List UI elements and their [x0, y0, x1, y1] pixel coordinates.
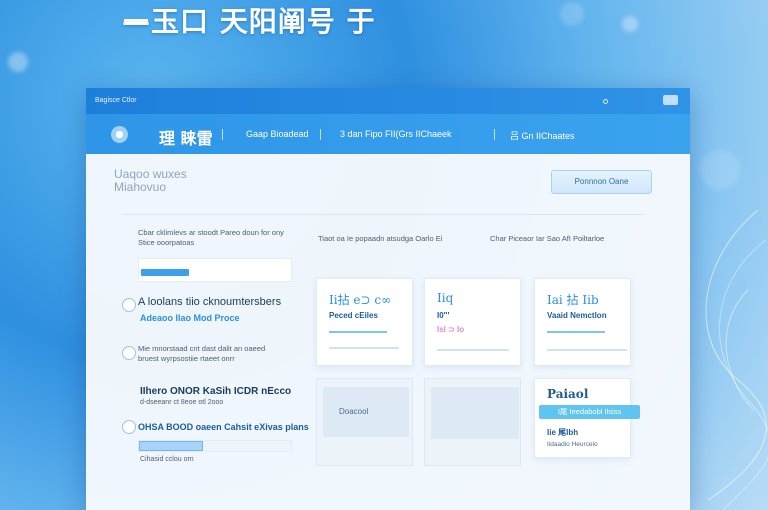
- window-control-button[interactable]: [663, 95, 678, 105]
- app-window: Bagisce Ctlor 理 睐雷 Gaap Bioadead 3 dan F…: [86, 88, 690, 510]
- progress-caption: Cihasid cclou orn: [140, 456, 194, 463]
- card-1-line: [329, 331, 387, 333]
- title-bar: Bagisce Ctlor: [86, 88, 690, 114]
- divider: [122, 214, 644, 215]
- nav-bar: 理 睐雷 Gaap Bioadead 3 dan Fipo FII(Grs II…: [86, 114, 690, 154]
- primary-action-button[interactable]: Ponnnon Oane: [551, 170, 652, 194]
- nav-separator: [494, 129, 495, 140]
- page-heading-line2: Miahovuo: [114, 180, 167, 194]
- intro-input[interactable]: [138, 258, 292, 282]
- background-bokeh: [622, 16, 638, 32]
- card-4-title: Paiaol: [547, 387, 589, 401]
- logo-icon: [111, 126, 128, 143]
- ghost-card-2: [424, 378, 521, 466]
- card-4-small: Iidaadio Heurcelo: [547, 441, 598, 448]
- option-1[interactable]: A loolans tiio cknoumtersbers Adeaoo Ila…: [122, 296, 302, 332]
- nav-item-fipo[interactable]: 3 dan Fipo FII(Grs IIChaeek: [340, 129, 452, 139]
- card-3-sub: Vaaid Nemctlon: [547, 311, 607, 320]
- card-1-line: [329, 347, 399, 349]
- card-4-sub: Iie 尾Ibh: [547, 428, 579, 437]
- progress-fill: [139, 441, 203, 451]
- card-2-sub2: Isl ⊃ Io: [437, 325, 465, 334]
- detail-text: d-dseeanr ct 8eoe otl 2ooo: [140, 399, 224, 406]
- card-2-sub: I0"': [437, 311, 450, 320]
- nav-separator: [320, 129, 321, 140]
- nav-brand[interactable]: 理 睐雷: [159, 125, 213, 149]
- card-1-title: Ii拈 e⊃ c∞: [329, 293, 392, 307]
- card-2-line: [437, 349, 509, 351]
- card-2[interactable]: Iiq I0"' Isl ⊃ Io: [424, 278, 521, 366]
- card-2-title: Iiq: [437, 291, 454, 305]
- option-1-title: A loolans tiio cknoumtersbers: [138, 296, 282, 308]
- input-fill: [141, 269, 189, 276]
- option-2-desc: Mie mnorstaad cnt dast dalit an oaeed br…: [138, 344, 266, 363]
- card-4[interactable]: Paiaol I尾 Ieedabobl Ilsiss Iie 尾Ibh Iida…: [534, 378, 640, 458]
- option-1-radio[interactable]: [122, 298, 136, 312]
- option-3-title: OHSA BOOD oaeen Cahsit eXivas plans: [138, 422, 309, 432]
- option-1-sub: Adeaoo Ilao Mod Proce: [140, 313, 240, 323]
- progress-bar: [138, 440, 292, 452]
- info-icon[interactable]: [603, 99, 608, 104]
- ghost-card-label: Doacool: [339, 407, 369, 416]
- options-column: Cbar cklimlevs ar stoodt Pareo doun for …: [122, 228, 309, 463]
- option-3[interactable]: OHSA BOOD oaeen Cahsit eXivas plans: [122, 420, 309, 438]
- card-3-line: [547, 331, 605, 333]
- page-heading: Uaqoo wuxes Miahovuo: [114, 168, 187, 194]
- card-3-title: Iai 拈 Iib: [547, 293, 599, 307]
- card-3-line: [547, 349, 627, 351]
- ghost-placeholder: [431, 387, 519, 439]
- app-title: Bagisce Ctlor: [95, 97, 137, 104]
- column-header-1: Tiaot oa Ie popaadn atsudga Oarlo Ei: [318, 234, 443, 243]
- option-2-radio[interactable]: [122, 346, 136, 360]
- card-1[interactable]: Ii拈 e⊃ c∞ Peced cEiles: [316, 278, 413, 366]
- card-3[interactable]: Iai 拈 Iib Vaaid Nemctlon: [534, 278, 631, 366]
- background-bokeh: [8, 52, 28, 72]
- intro-text: Cbar cklimlevs ar stoodt Pareo doun for …: [138, 228, 284, 247]
- card-1-sub: Peced cEiles: [329, 311, 378, 320]
- card-4-pill[interactable]: I尾 Ieedabobl Ilsiss: [539, 405, 640, 419]
- nav-item-gaap[interactable]: Gaap Bioadead: [246, 129, 309, 139]
- hero-title: —玉口 天阳阐号 于: [122, 5, 376, 38]
- background-bokeh: [700, 150, 740, 190]
- option-2[interactable]: Mie mnorstaad cnt dast dalit an oaeed br…: [122, 344, 302, 374]
- column-header-2: Char Piceaor Iar Sao AfI Poiltarloe: [490, 234, 605, 243]
- background-swirl: [705, 209, 768, 510]
- background-bokeh: [560, 2, 584, 26]
- detail-heading: IIhero ONOR KaSih ICDR nEcco: [140, 386, 292, 397]
- option-3-radio[interactable]: [122, 420, 136, 434]
- nav-item-chaates[interactable]: 吕 Gn IIChaates: [510, 129, 575, 142]
- ghost-card-1: Doacool: [316, 378, 413, 466]
- nav-separator: [222, 129, 223, 140]
